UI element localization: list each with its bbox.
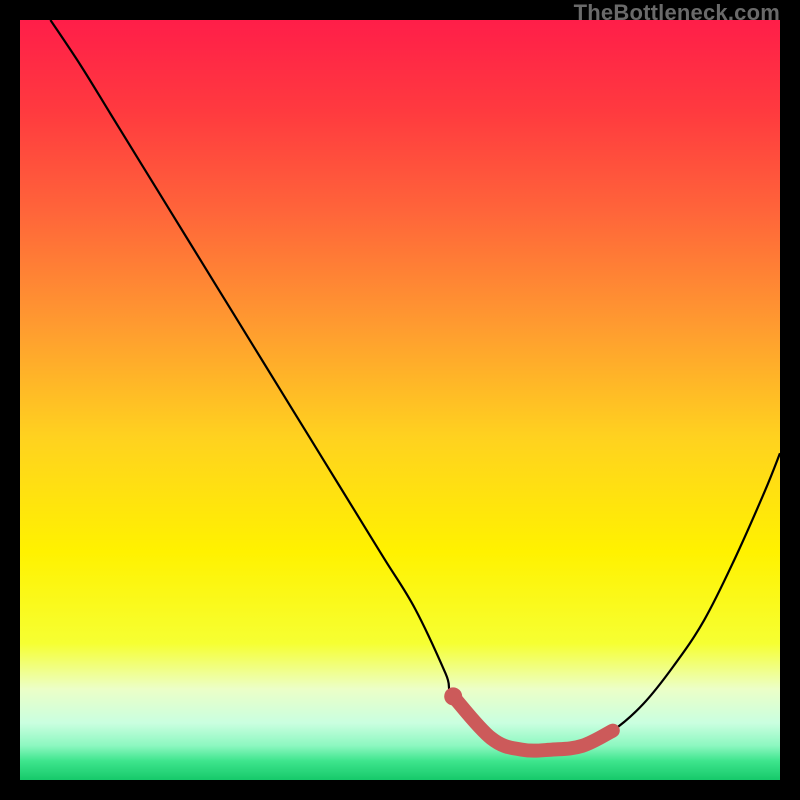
- chart-stage: TheBottleneck.com: [0, 0, 800, 800]
- optimal-point-marker: [444, 687, 462, 705]
- plot-area: [20, 20, 780, 780]
- gradient-background: [20, 20, 780, 780]
- bottleneck-chart: [20, 20, 780, 780]
